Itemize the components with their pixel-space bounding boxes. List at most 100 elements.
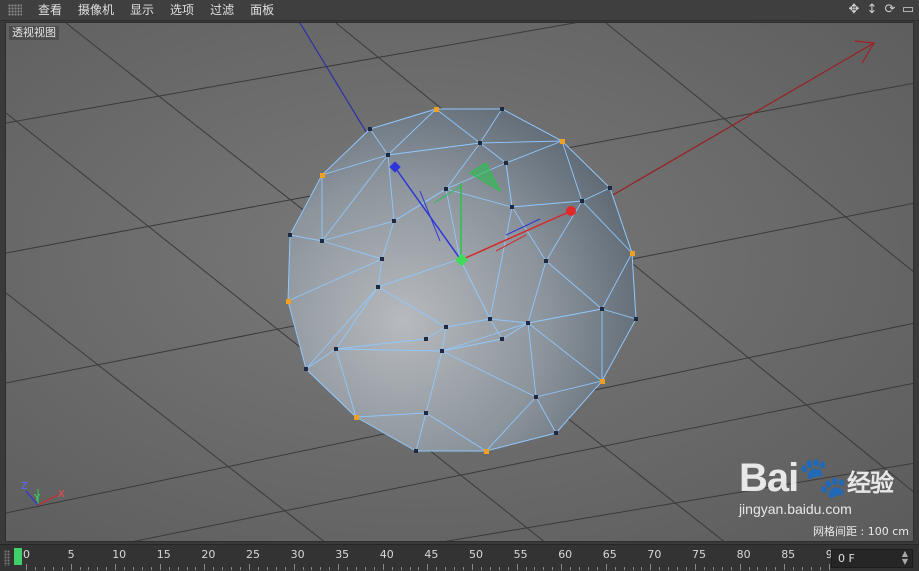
timeline-tick-label: 0 (23, 548, 30, 561)
timeline-tick (668, 567, 670, 570)
timeline-tick (721, 567, 723, 570)
timeline-tick (632, 567, 634, 570)
menu-panel[interactable]: 面板 (242, 0, 282, 21)
viewport-title: 透视视图 (9, 26, 59, 40)
timeline-tick (561, 564, 563, 570)
timeline-tick-label: 55 (513, 548, 528, 561)
viewport-menubar: 查看 摄像机 显示 选项 过滤 面板 ✥ ↕ ⟳ ▭ (0, 0, 919, 21)
timeline-tick (329, 567, 331, 570)
timeline-tick-label: 50 (469, 548, 483, 561)
timeline-tick (579, 567, 581, 570)
timeline-tick (115, 564, 117, 570)
timeline-tick (605, 564, 607, 570)
timeline-tick (570, 567, 572, 570)
timeline-tick-label: 40 (379, 548, 394, 561)
current-frame-field[interactable]: 0 F ▲ ▼ (831, 549, 913, 568)
timeline-tick (409, 567, 411, 570)
timeline-tick (454, 567, 456, 570)
timeline-tick (302, 567, 304, 570)
baidu-watermark: Bai🐾经验 jingyan.baidu.com (738, 454, 894, 517)
timeline-tick (106, 567, 108, 570)
timeline-tick (418, 567, 420, 570)
drag-grip-icon[interactable] (8, 4, 22, 16)
timeline-tick (391, 567, 393, 570)
timeline-tick (26, 564, 27, 570)
timeline-tick (356, 567, 358, 570)
timeline-tick (373, 567, 375, 570)
timeline-tick (293, 564, 295, 570)
timeline-tick (204, 564, 206, 570)
timeline-tick (266, 567, 268, 570)
timeline-tick (712, 567, 714, 570)
timeline-tick-label: 80 (736, 548, 751, 561)
timeline-tick (828, 564, 830, 570)
timeline-tick (311, 567, 313, 570)
perspective-viewport[interactable]: Z Y X 透视视图 Bai🐾经验 jingyan.baidu.com 网格间距… (5, 22, 914, 542)
timeline-tick (231, 567, 233, 570)
timeline-tick (507, 567, 509, 570)
timeline-tick-label: 60 (558, 548, 573, 561)
timeline-tick (472, 564, 473, 570)
timeline-tick-label: 25 (246, 548, 260, 561)
menu-camera[interactable]: 摄像机 (70, 0, 122, 21)
timeline-tick (596, 567, 598, 570)
timeline-tick (436, 567, 438, 570)
move-view-icon[interactable]: ✥ (847, 2, 861, 18)
timeline-tick (43, 567, 45, 570)
menu-filter[interactable]: 过滤 (202, 0, 242, 21)
timeline-tick (275, 567, 277, 570)
timeline-tick-label: 5 (67, 548, 75, 561)
timeline-tick-label: 85 (781, 548, 796, 561)
timeline-tick (552, 567, 554, 570)
timeline-tick-label: 45 (424, 548, 439, 561)
timeline-tick-label: 15 (156, 548, 171, 561)
timeline-tick (623, 567, 625, 570)
timeline-tick (766, 567, 768, 570)
timeline-tick (382, 564, 384, 570)
timeline-tick (159, 564, 161, 570)
timeline-tick (61, 567, 63, 570)
rotate-view-icon[interactable]: ⟳ (883, 2, 897, 18)
viewport-nav-icons: ✥ ↕ ⟳ ▭ (847, 2, 915, 18)
timeline-tick (195, 567, 197, 570)
gizmo-x-handle[interactable] (566, 206, 576, 216)
timeline-tick-label: 65 (602, 548, 617, 561)
menu-view[interactable]: 查看 (30, 0, 70, 21)
timeline-tick (748, 567, 750, 570)
timeline-tick (695, 564, 696, 570)
timeline-tick (659, 567, 661, 570)
timeline-tick (641, 567, 643, 570)
maximize-view-icon[interactable]: ▭ (901, 2, 915, 18)
timeline-tick (525, 567, 527, 570)
timeline-tick (427, 564, 429, 570)
timeline-tick (793, 567, 795, 570)
watermark-brand-cn: 经验 (847, 470, 894, 497)
timeline-tick-label: 70 (647, 548, 662, 561)
timeline-tick (52, 567, 54, 570)
timeline-tick (810, 567, 812, 570)
timeline-tick (819, 567, 821, 570)
timeline-tick (240, 567, 242, 570)
timeline-bar: 051015202530354045505560657075808590 0 F… (0, 544, 919, 571)
menu-options[interactable]: 选项 (162, 0, 202, 21)
timeline-tick (739, 564, 741, 570)
timeline-tick (97, 567, 99, 570)
timeline-tick (489, 567, 491, 570)
timeline-tick (650, 564, 652, 570)
timeline-tick (614, 567, 616, 570)
watermark-brand: Bai (738, 456, 799, 500)
timeline-tick (516, 564, 518, 570)
timeline-tick (177, 567, 179, 570)
timeline-grip-icon[interactable] (4, 550, 10, 566)
timeline-tick-label: 75 (692, 548, 706, 561)
timeline-playhead[interactable] (14, 548, 22, 565)
frame-spinner-icon[interactable]: ▲ ▼ (902, 550, 908, 566)
paw-logo-icon: 🐾 (798, 456, 848, 500)
timeline-tick-label: 35 (335, 548, 350, 561)
dolly-view-icon[interactable]: ↕ (865, 2, 879, 18)
menu-display[interactable]: 显示 (122, 0, 162, 21)
timeline-tick (133, 567, 135, 570)
timeline-tick (141, 567, 143, 570)
axis-x-label: X (58, 489, 65, 500)
timeline-ruler[interactable]: 051015202530354045505560657075808590 (14, 545, 840, 571)
